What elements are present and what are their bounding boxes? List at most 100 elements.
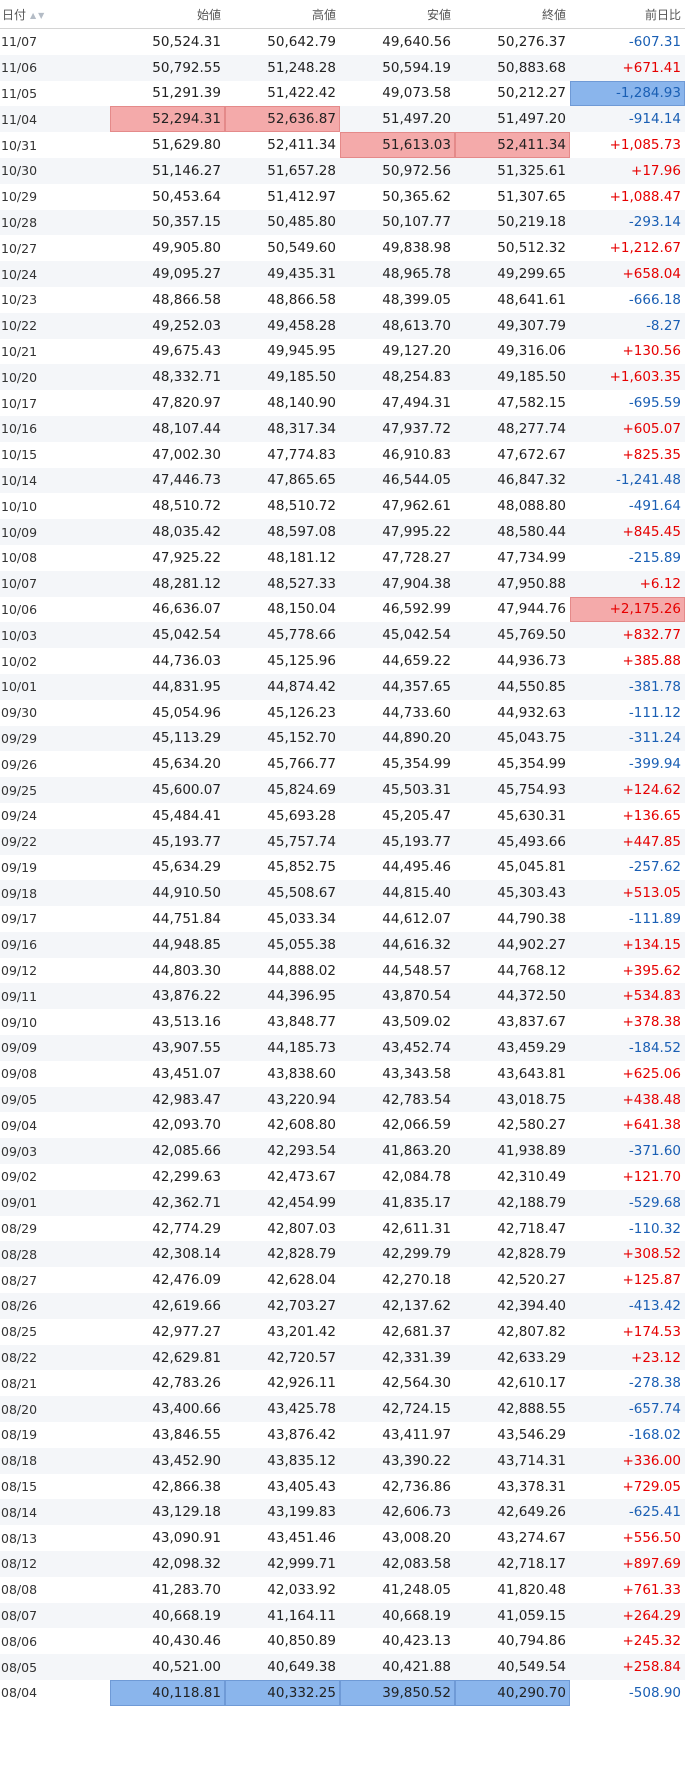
table-row: 09/02 42,299.63 42,473.67 42,084.78 42,310.4… — [0, 1164, 685, 1190]
cell-open: 43,129.18 — [110, 1499, 225, 1526]
cell-high: 48,317.34 — [225, 415, 340, 442]
table-row: 09/25 45,600.07 45,824.69 45,503.31 45,754.9… — [0, 777, 685, 803]
cell-date: 08/14 — [0, 1499, 110, 1526]
table-row: 08/26 42,619.66 42,703.27 42,137.62 42,394.4… — [0, 1293, 685, 1319]
cell-open: 45,113.29 — [110, 725, 225, 752]
table-row: 09/05 42,983.47 43,220.94 42,783.54 43,018.7… — [0, 1086, 685, 1113]
cell-high: 42,608.80 — [225, 1112, 340, 1139]
cell-low: 45,354.99 — [340, 751, 455, 778]
cell-high: 48,150.04 — [225, 596, 340, 623]
sort-up-down-icon[interactable]: ▲▼ — [30, 11, 46, 20]
cell-change: +174.53 — [570, 1318, 685, 1345]
table-row: 09/11 43,876.22 44,396.95 43,870.54 44,372.5… — [0, 983, 685, 1010]
cell-change: +134.15 — [570, 931, 685, 958]
cell-date: 08/12 — [0, 1551, 110, 1577]
cell-open: 42,085.66 — [110, 1138, 225, 1165]
table-row: 08/15 42,866.38 43,405.43 42,736.86 43,378.3… — [0, 1473, 685, 1500]
cell-change: +897.69 — [570, 1551, 685, 1577]
table-row: 11/07 50,524.31 50,642.79 49,640.56 50,276.3… — [0, 28, 685, 55]
cell-date: 10/23 — [0, 286, 110, 313]
cell-change: -278.38 — [570, 1370, 685, 1397]
cell-high: 43,835.12 — [225, 1447, 340, 1474]
cell-date: 09/09 — [0, 1035, 110, 1061]
cell-change: +6.12 — [570, 570, 685, 597]
cell-high: 42,628.04 — [225, 1267, 340, 1294]
cell-date: 10/20 — [0, 364, 110, 391]
cell-date: 11/04 — [0, 106, 110, 133]
cell-close: 42,807.82 — [455, 1318, 570, 1345]
cell-close: 48,641.61 — [455, 286, 570, 313]
cell-open: 43,400.66 — [110, 1396, 225, 1423]
cell-high: 43,838.60 — [225, 1060, 340, 1087]
cell-low: 42,084.78 — [340, 1164, 455, 1190]
table-row: 10/03 45,042.54 45,778.66 45,042.54 45,769.5… — [0, 622, 685, 649]
cell-change: -607.31 — [570, 28, 685, 55]
cell-change: -110.32 — [570, 1215, 685, 1242]
cell-close: 50,276.37 — [455, 28, 570, 55]
cell-date: 09/11 — [0, 983, 110, 1010]
cell-change: +845.45 — [570, 519, 685, 545]
cell-low: 44,659.22 — [340, 648, 455, 674]
cell-open: 42,362.71 — [110, 1189, 225, 1216]
cell-open: 51,629.80 — [110, 132, 225, 158]
cell-low: 49,838.98 — [340, 235, 455, 262]
cell-high: 42,033.92 — [225, 1576, 340, 1603]
cell-date: 09/30 — [0, 699, 110, 726]
cell-low: 42,299.79 — [340, 1241, 455, 1268]
cell-open: 43,513.16 — [110, 1009, 225, 1036]
cell-close: 47,582.15 — [455, 390, 570, 416]
cell-high: 44,888.02 — [225, 957, 340, 984]
cell-high: 45,126.23 — [225, 699, 340, 726]
cell-high: 40,649.38 — [225, 1654, 340, 1680]
cell-low: 42,066.59 — [340, 1112, 455, 1139]
cell-close: 42,649.26 — [455, 1499, 570, 1526]
cell-date: 08/18 — [0, 1447, 110, 1474]
cell-high: 48,527.33 — [225, 570, 340, 597]
cell-high: 45,757.74 — [225, 828, 340, 855]
cell-date: 10/01 — [0, 673, 110, 700]
cell-date: 09/22 — [0, 828, 110, 855]
cell-date: 11/07 — [0, 28, 110, 55]
table-row: 10/08 47,925.22 48,181.12 47,728.27 47,734.9… — [0, 544, 685, 571]
cell-change: +130.56 — [570, 338, 685, 365]
table-row: 10/31 51,629.80 52,411.34 51,613.03 52,411.3… — [0, 132, 685, 158]
cell-close: 45,493.66 — [455, 828, 570, 855]
cell-change: -8.27 — [570, 312, 685, 339]
cell-change: +23.12 — [570, 1344, 685, 1371]
cell-close: 44,372.50 — [455, 983, 570, 1010]
cell-open: 44,831.95 — [110, 673, 225, 700]
table-row: 09/01 42,362.71 42,454.99 41,835.17 42,188.7… — [0, 1189, 685, 1216]
cell-date: 09/19 — [0, 854, 110, 881]
cell-high: 42,999.71 — [225, 1551, 340, 1577]
cell-low: 45,193.77 — [340, 828, 455, 855]
header-date[interactable]: 日付 ▲▼ — [0, 0, 110, 29]
cell-close: 43,274.67 — [455, 1525, 570, 1552]
cell-open: 40,668.19 — [110, 1602, 225, 1629]
table-row: 09/18 44,910.50 45,508.67 44,815.40 45,303.4… — [0, 880, 685, 907]
cell-date: 09/16 — [0, 931, 110, 958]
cell-open: 45,600.07 — [110, 777, 225, 803]
cell-close: 49,299.65 — [455, 261, 570, 287]
cell-low: 42,331.39 — [340, 1344, 455, 1371]
cell-date: 09/26 — [0, 751, 110, 778]
cell-open: 50,524.31 — [110, 28, 225, 55]
table-row: 09/22 45,193.77 45,757.74 45,193.77 45,493.6… — [0, 828, 685, 855]
cell-high: 43,199.83 — [225, 1499, 340, 1526]
cell-high: 43,876.42 — [225, 1422, 340, 1448]
cell-date: 09/17 — [0, 906, 110, 932]
cell-date: 08/28 — [0, 1241, 110, 1268]
cell-close: 43,546.29 — [455, 1422, 570, 1448]
cell-open: 45,634.20 — [110, 751, 225, 778]
cell-low: 43,008.20 — [340, 1525, 455, 1552]
cell-close: 51,497.20 — [455, 106, 570, 133]
cell-close: 44,936.73 — [455, 648, 570, 674]
cell-close: 47,734.99 — [455, 544, 570, 571]
table-row: 10/01 44,831.95 44,874.42 44,357.65 44,550.8… — [0, 673, 685, 700]
table-row: 11/04 52,294.31 52,636.87 51,497.20 51,497.2… — [0, 106, 685, 133]
cell-low: 43,411.97 — [340, 1422, 455, 1448]
cell-low: 42,681.37 — [340, 1318, 455, 1345]
cell-open: 44,803.30 — [110, 957, 225, 984]
cell-close: 44,550.85 — [455, 673, 570, 700]
cell-date: 08/25 — [0, 1318, 110, 1345]
cell-date: 10/14 — [0, 467, 110, 494]
